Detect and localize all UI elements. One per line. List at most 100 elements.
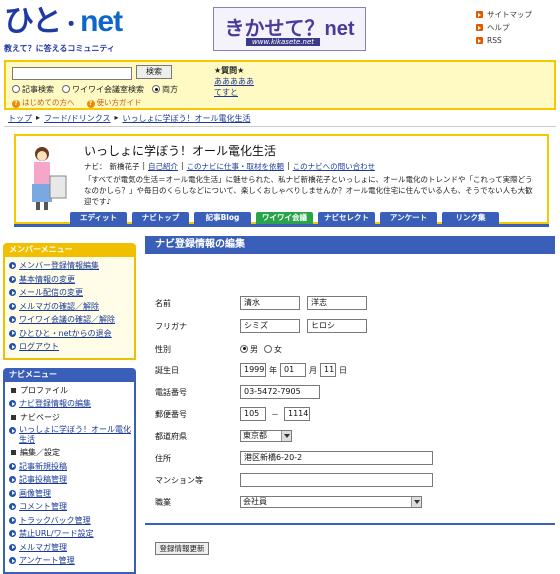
tab-links[interactable]: リンク集	[442, 212, 499, 224]
item-label: 基本情報の変更	[19, 274, 75, 284]
navi-menu-item[interactable]: メルマガ管理	[9, 541, 132, 555]
arrow-icon	[9, 489, 16, 497]
address-field[interactable]: 港区新橋6-20-2	[240, 451, 433, 465]
radio-waiwai[interactable]: ワイワイ会議室検索	[62, 84, 144, 95]
birth-year-field[interactable]: 1999	[240, 363, 266, 377]
prefecture-select[interactable]: 東京都	[240, 430, 292, 442]
radio-icon	[152, 85, 160, 93]
zip2-field[interactable]: 1114	[284, 407, 310, 421]
rss-link[interactable]: RSS	[476, 34, 556, 47]
menu-section: ナビページ	[9, 411, 132, 425]
tab-blog[interactable]: 記事Blog	[194, 212, 251, 224]
link-label: ヘルプ	[487, 23, 510, 32]
navi-menu-item[interactable]: いっしょに学ぼう！オール電化生活	[9, 424, 132, 446]
request-link[interactable]: このナビに仕事・取材を依頼	[187, 161, 285, 172]
member-menu-item[interactable]: メール配信の変更	[9, 286, 132, 300]
radio-label: ワイワイ会議室検索	[72, 85, 144, 94]
member-menu-item[interactable]: ひとひと・netからの退会	[9, 327, 132, 341]
edit-form: ナビ登録情報の編集 名前 清水 洋志 フリガナ シミズ ヒロシ 性別 男 女 誕…	[145, 236, 555, 526]
radio-articles[interactable]: 記事検索	[12, 84, 54, 95]
tab-navi-top[interactable]: ナビトップ	[132, 212, 189, 224]
member-menu-item[interactable]: ログアウト	[9, 340, 132, 354]
arrow-icon	[476, 24, 483, 31]
navi-menu-item[interactable]: アンケート管理	[9, 554, 132, 568]
crumb-food[interactable]: フード/ドリンクス	[44, 113, 110, 124]
item-label: アンケート管理	[19, 556, 75, 566]
crumb-top[interactable]: トップ	[8, 113, 32, 124]
search-panel: 検索 記事検索 ワイワイ会議室検索 両方 ? はじめての方へ ? 使い方ガイド ★質…	[4, 60, 556, 110]
navi-menu-item[interactable]: コメント管理	[9, 500, 132, 514]
kana-last-field[interactable]: シミズ	[240, 319, 300, 333]
navi-menu-item[interactable]: 記事投稿管理	[9, 473, 132, 487]
navi-menu-item[interactable]: トラックバック管理	[9, 514, 132, 528]
top-links: サイトマップ ヘルプ RSS	[476, 8, 556, 47]
navi-description: 「すべてが電気の生活＝オール電化生活」に魅せられた、私ナビ新橋花子といっしょに、…	[84, 175, 533, 206]
navi-menu-item[interactable]: 画像管理	[9, 487, 132, 501]
tab-edit[interactable]: エディット	[70, 212, 127, 224]
birth-month-field[interactable]: 01	[280, 363, 306, 377]
site-logo[interactable]: ひと・net 教えて？に答えるコミュニティ	[4, 5, 134, 54]
arrow-icon	[9, 530, 16, 538]
breadcrumb: トップ ▸ フード/ドリンクス ▸ いっしょに学ぼう！オール電化生活	[8, 113, 251, 124]
search-button[interactable]: 検索	[136, 65, 172, 79]
navi-name: 新橋花子	[109, 162, 140, 171]
radio-icon	[240, 344, 248, 353]
item-label: ワイワイ会議の確認／解除	[19, 315, 115, 325]
navi-menu-item[interactable]: ナビ登録情報の編集	[9, 397, 132, 411]
member-menu-item[interactable]: メルマガの確認／解除	[9, 300, 132, 314]
divider	[4, 126, 556, 127]
member-menu-item[interactable]: ワイワイ会議の確認／解除	[9, 313, 132, 327]
birth-day-field[interactable]: 11	[320, 363, 336, 377]
kana-first-field[interactable]: ヒロシ	[307, 319, 367, 333]
radio-female[interactable]: 女	[264, 344, 282, 355]
link-label: RSS	[487, 36, 502, 45]
contact-link[interactable]: このナビへの問い合わせ	[293, 161, 376, 172]
radio-label: 男	[250, 344, 258, 354]
navi-avatar	[32, 147, 67, 210]
search-input[interactable]	[12, 67, 132, 80]
update-button[interactable]: 登録情報更新	[155, 542, 209, 555]
tab-survey[interactable]: アンケート	[380, 212, 437, 224]
sitemap-link[interactable]: サイトマップ	[476, 8, 556, 21]
arrow-icon	[9, 289, 16, 297]
tab-underline	[14, 224, 549, 227]
tab-waiwai[interactable]: ワイワイ会議	[256, 212, 313, 224]
building-field[interactable]	[240, 473, 433, 487]
question-link[interactable]: あああああ	[214, 76, 254, 87]
field-label: 住所	[155, 453, 171, 463]
radio-male[interactable]: 男	[240, 344, 258, 355]
navi-panel: いっしょに学ぼう！オール電化生活 ナビ： 新橋花子 | 自己紹介 | このナビに仕事…	[14, 134, 549, 224]
logo-text: ひと	[4, 5, 62, 38]
section-title: ナビページ	[20, 412, 60, 422]
navi-menu-item[interactable]: 記事新規投稿	[9, 460, 132, 474]
link-label: はじめての方へ	[22, 98, 75, 107]
last-name-field[interactable]: 清水	[240, 296, 300, 310]
item-label: メルマガ管理	[19, 542, 67, 552]
arrow-icon	[476, 37, 483, 44]
arrow-icon	[9, 503, 16, 511]
member-menu-item[interactable]: メンバー登録情報編集	[9, 259, 132, 273]
zip-separator: －	[271, 409, 279, 419]
guide-link[interactable]: ? 使い方ガイド	[86, 97, 142, 108]
member-menu-item[interactable]: 基本情報の変更	[9, 273, 132, 287]
radio-both[interactable]: 両方	[152, 84, 178, 95]
field-label: 郵便番号	[155, 409, 187, 419]
item-label: 記事投稿管理	[19, 475, 67, 485]
crumb-navi[interactable]: いっしょに学ぼう！オール電化生活	[123, 113, 251, 124]
navi-tabs: エディット ナビトップ 記事Blog ワイワイ会議 ナビセレクト アンケート リ…	[70, 212, 499, 224]
zip1-field[interactable]: 105	[240, 407, 266, 421]
tab-select[interactable]: ナビセレクト	[318, 212, 375, 224]
navi-menu-item[interactable]: 禁止URL/ワード設定	[9, 527, 132, 541]
chevron-down-icon	[411, 497, 421, 507]
intro-link[interactable]: 自己紹介	[148, 161, 178, 172]
first-name-field[interactable]: 洋志	[307, 296, 367, 310]
help-link[interactable]: ヘルプ	[476, 21, 556, 34]
phone-field[interactable]: 03-5472-7905	[240, 385, 320, 399]
first-time-link[interactable]: ? はじめての方へ	[12, 97, 75, 108]
ad-banner[interactable]: きかせて？net www.kikasete.net	[213, 7, 366, 51]
occupation-select[interactable]: 会社員	[240, 496, 422, 508]
item-label: メール配信の変更	[19, 288, 83, 298]
arrow-icon	[9, 329, 16, 337]
question-link[interactable]: てすと	[214, 87, 254, 98]
menu-section: 編集／設定	[9, 446, 132, 460]
